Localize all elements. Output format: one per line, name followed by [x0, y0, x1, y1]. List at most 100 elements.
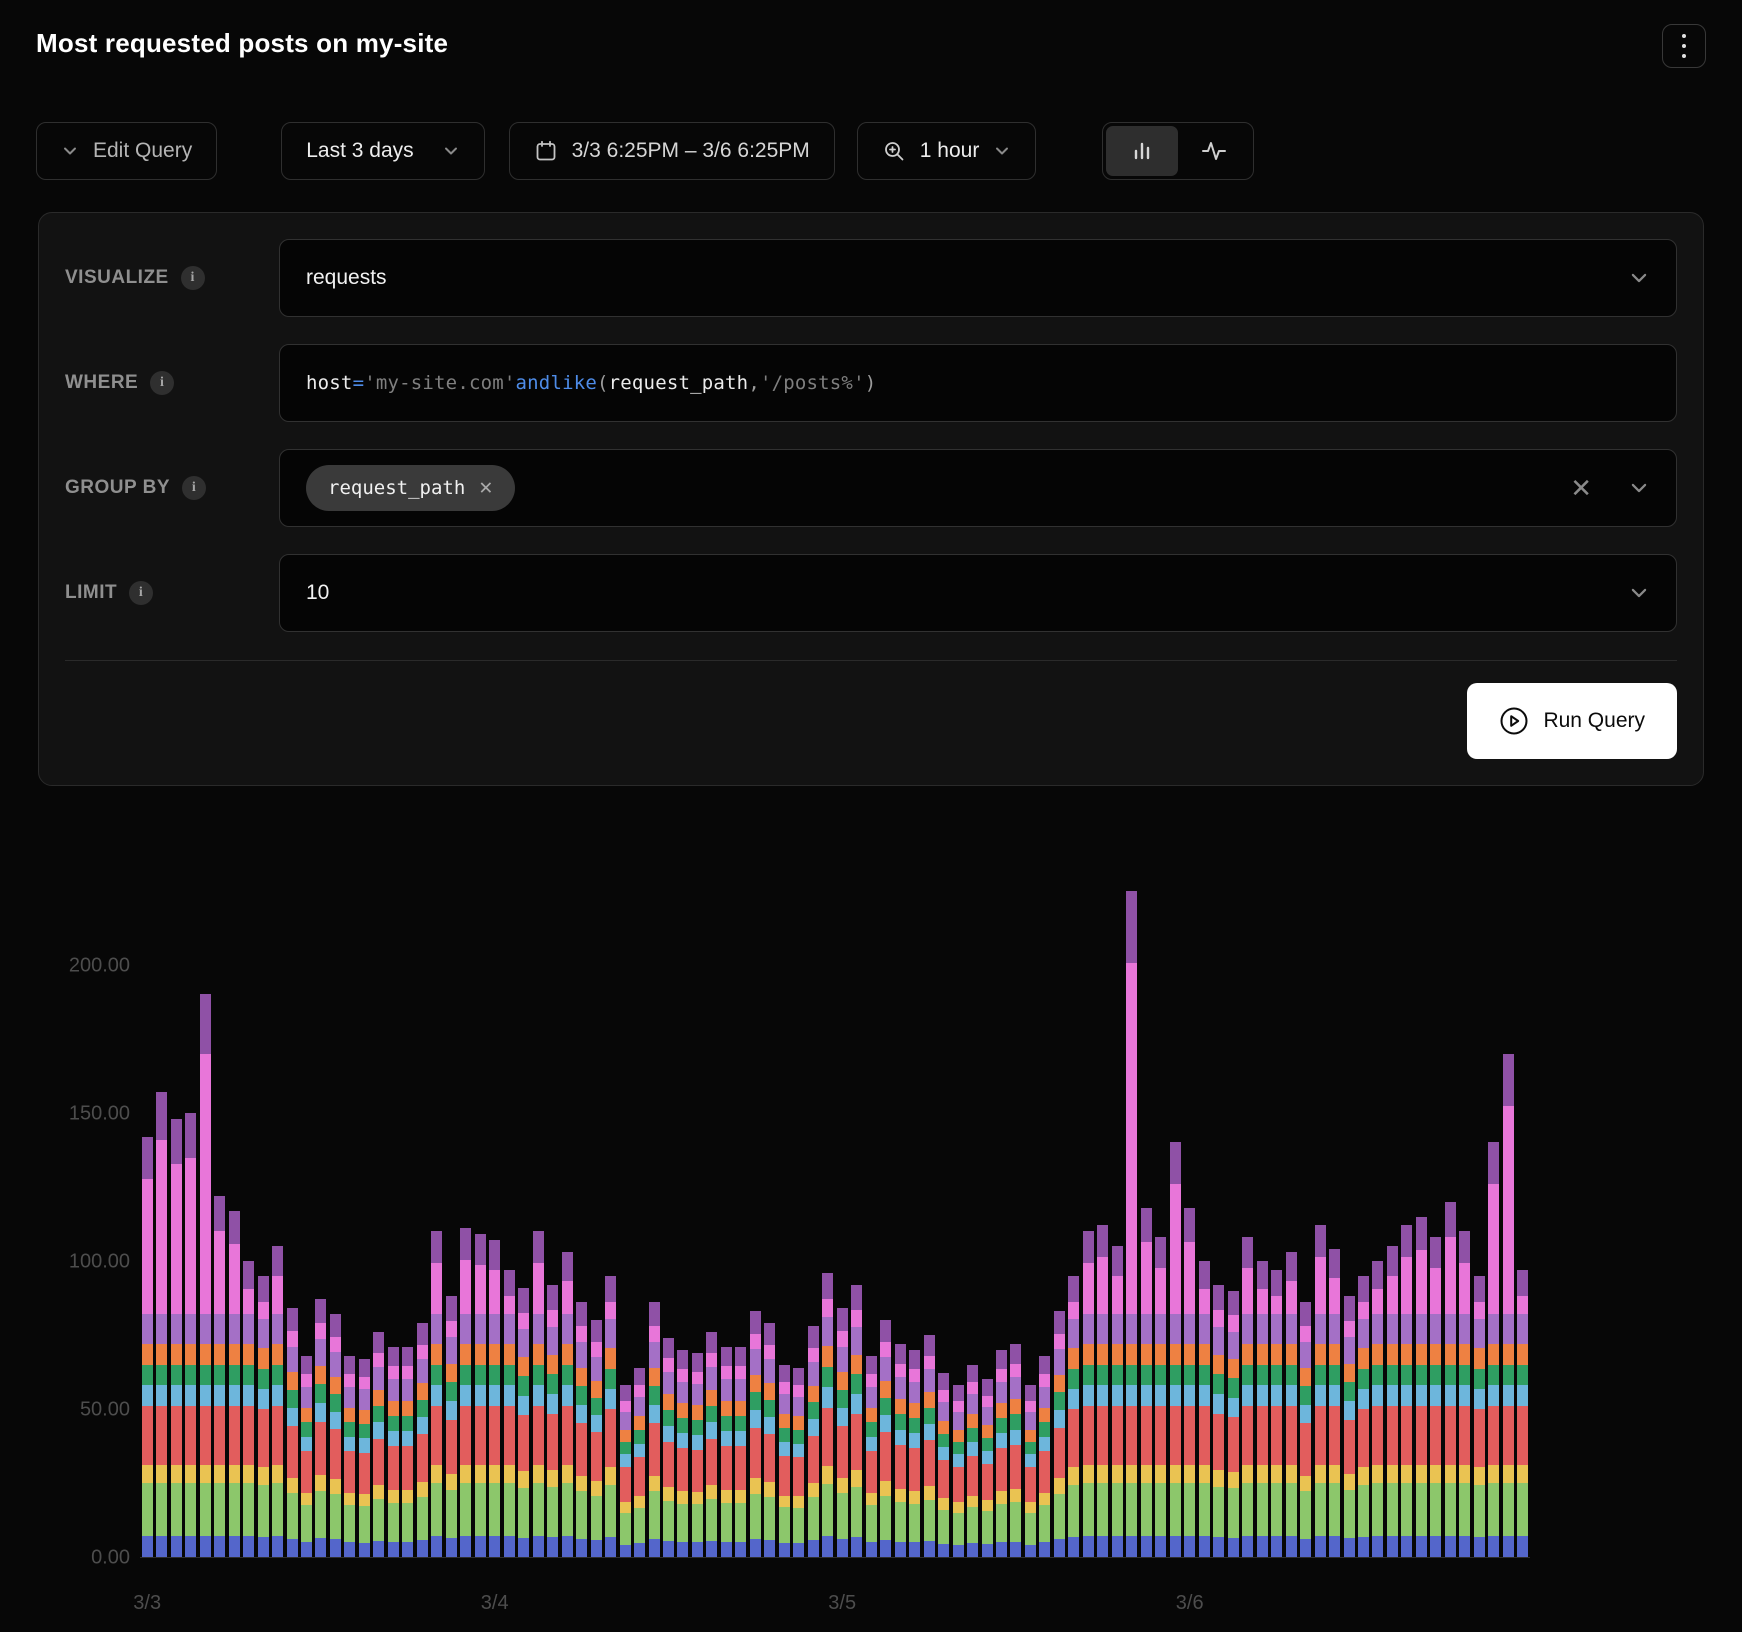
stacked-bar[interactable] — [605, 1276, 616, 1557]
stacked-bar[interactable] — [706, 1332, 717, 1557]
stacked-bar[interactable] — [229, 1211, 240, 1557]
stacked-bar[interactable] — [1459, 1231, 1470, 1557]
stacked-bar[interactable] — [1257, 1261, 1268, 1557]
stacked-bar[interactable] — [344, 1356, 355, 1557]
stacked-bar[interactable] — [547, 1285, 558, 1557]
stacked-bar[interactable] — [504, 1270, 515, 1557]
group-by-select[interactable]: request_path ✕ ✕ — [279, 449, 1677, 527]
run-query-button[interactable]: Run Query — [1467, 683, 1677, 759]
stacked-bar[interactable] — [620, 1385, 631, 1557]
stacked-bar[interactable] — [200, 994, 211, 1557]
stacked-bar[interactable] — [1401, 1225, 1412, 1557]
stacked-bar[interactable] — [938, 1373, 949, 1557]
stacked-bar[interactable] — [1184, 1208, 1195, 1557]
stacked-bar[interactable] — [837, 1308, 848, 1557]
stacked-bar[interactable] — [924, 1335, 935, 1557]
stacked-bar[interactable] — [1358, 1276, 1369, 1557]
stacked-bar[interactable] — [156, 1092, 167, 1557]
time-range-select[interactable]: Last 3 days — [281, 122, 484, 180]
edit-query-button[interactable]: Edit Query — [36, 122, 217, 180]
stacked-bar[interactable] — [330, 1314, 341, 1557]
date-range-picker[interactable]: 3/3 6:25PM – 3/6 6:25PM — [509, 122, 835, 180]
stacked-bar[interactable] — [475, 1234, 486, 1557]
stacked-bar[interactable] — [576, 1302, 587, 1557]
stacked-bar[interactable] — [866, 1356, 877, 1557]
stacked-bar[interactable] — [1039, 1356, 1050, 1557]
stacked-bar[interactable] — [677, 1350, 688, 1557]
stacked-bar[interactable] — [793, 1368, 804, 1557]
more-options-button[interactable] — [1662, 24, 1706, 68]
stacked-bar[interactable] — [1199, 1261, 1210, 1557]
limit-select[interactable]: 10 — [279, 554, 1677, 632]
stacked-bar[interactable] — [1315, 1225, 1326, 1557]
stacked-bar[interactable] — [909, 1350, 920, 1557]
info-icon[interactable]: i — [129, 581, 153, 605]
stacked-bar[interactable] — [649, 1302, 660, 1557]
stacked-bar[interactable] — [1025, 1385, 1036, 1557]
stacked-bar[interactable] — [359, 1359, 370, 1557]
stacked-bar[interactable] — [1300, 1302, 1311, 1557]
stacked-bar[interactable] — [1474, 1276, 1485, 1557]
stacked-bar[interactable] — [142, 1137, 153, 1557]
stacked-bar[interactable] — [533, 1231, 544, 1557]
stacked-bar[interactable] — [1054, 1311, 1065, 1557]
stacked-bar[interactable] — [692, 1353, 703, 1557]
stacked-bar[interactable] — [750, 1311, 761, 1557]
stacked-bar[interactable] — [880, 1320, 891, 1557]
stacked-bar[interactable] — [721, 1347, 732, 1557]
stacked-bar[interactable] — [402, 1347, 413, 1557]
stacked-bar[interactable] — [1170, 1142, 1181, 1557]
bar-chart-toggle[interactable] — [1106, 126, 1178, 176]
stacked-bar[interactable] — [1329, 1249, 1340, 1557]
stacked-bar[interactable] — [996, 1350, 1007, 1557]
stacked-bar[interactable] — [1517, 1270, 1528, 1557]
stacked-bar[interactable] — [171, 1119, 182, 1557]
stacked-bar[interactable] — [967, 1365, 978, 1557]
stacked-bar[interactable] — [982, 1379, 993, 1557]
stacked-bar[interactable] — [315, 1299, 326, 1557]
stacked-bar[interactable] — [1445, 1202, 1456, 1557]
stacked-bar[interactable] — [1228, 1291, 1239, 1558]
info-icon[interactable]: i — [182, 476, 206, 500]
chip-remove-icon[interactable]: ✕ — [479, 477, 492, 499]
stacked-bar[interactable] — [287, 1308, 298, 1557]
stacked-bar[interactable] — [1503, 1054, 1514, 1557]
stacked-bar[interactable] — [1213, 1285, 1224, 1557]
stacked-bar[interactable] — [446, 1296, 457, 1557]
info-icon[interactable]: i — [150, 371, 174, 395]
stacked-bar[interactable] — [489, 1240, 500, 1557]
line-chart-toggle[interactable] — [1178, 126, 1250, 176]
stacked-bar[interactable] — [431, 1231, 442, 1557]
group-by-chip[interactable]: request_path ✕ — [306, 465, 515, 511]
stacked-bar[interactable] — [851, 1285, 862, 1557]
stacked-bar[interactable] — [460, 1228, 471, 1557]
stacked-bar[interactable] — [895, 1344, 906, 1557]
stacked-bar[interactable] — [562, 1252, 573, 1557]
stacked-bar[interactable] — [779, 1365, 790, 1557]
stacked-bar[interactable] — [1286, 1252, 1297, 1557]
stacked-bar[interactable] — [214, 1196, 225, 1557]
stacked-bar[interactable] — [764, 1323, 775, 1557]
stacked-bar[interactable] — [258, 1276, 269, 1557]
stacked-bar[interactable] — [1372, 1261, 1383, 1557]
granularity-select[interactable]: 1 hour — [857, 122, 1037, 180]
stacked-bar[interactable] — [1141, 1208, 1152, 1557]
stacked-bar[interactable] — [1155, 1237, 1166, 1557]
stacked-bar[interactable] — [591, 1320, 602, 1557]
stacked-bar[interactable] — [1126, 891, 1137, 1557]
stacked-bar[interactable] — [373, 1332, 384, 1557]
stacked-bar[interactable] — [953, 1385, 964, 1557]
where-expression-input[interactable]: host = 'my-site.com' and like(request_pa… — [279, 344, 1677, 422]
clear-icon[interactable]: ✕ — [1570, 475, 1592, 501]
stacked-bar[interactable] — [185, 1113, 196, 1557]
stacked-bar[interactable] — [1010, 1344, 1021, 1557]
stacked-bar[interactable] — [1097, 1225, 1108, 1557]
stacked-bar[interactable] — [1416, 1217, 1427, 1557]
stacked-bar[interactable] — [663, 1338, 674, 1557]
stacked-bar[interactable] — [272, 1246, 283, 1557]
stacked-bar[interactable] — [1430, 1237, 1441, 1557]
stacked-bar[interactable] — [518, 1288, 529, 1557]
info-icon[interactable]: i — [181, 266, 205, 290]
stacked-bar[interactable] — [1112, 1246, 1123, 1557]
stacked-bar[interactable] — [735, 1347, 746, 1557]
